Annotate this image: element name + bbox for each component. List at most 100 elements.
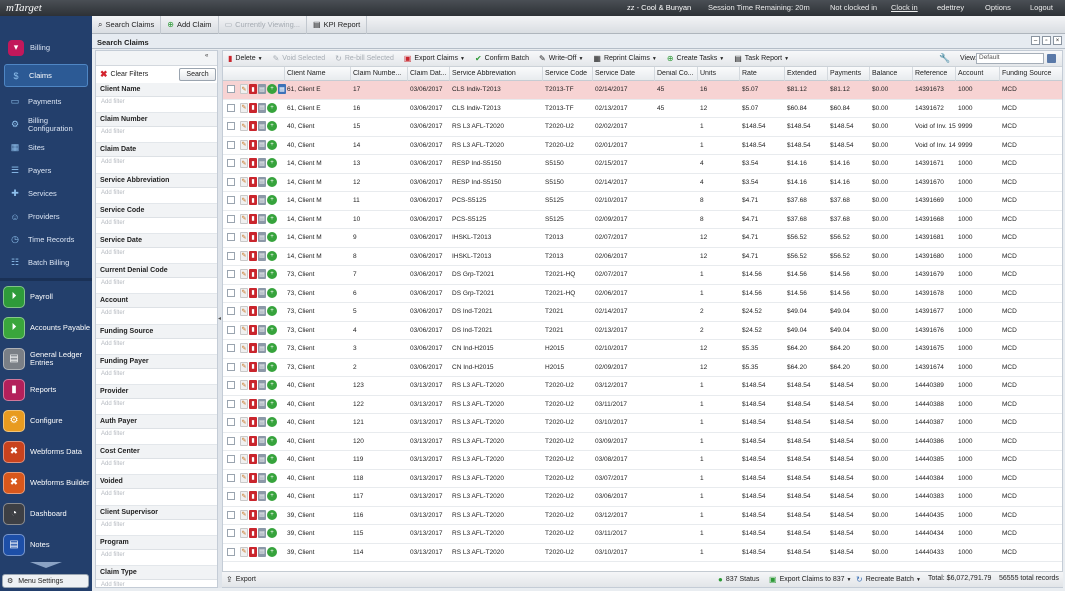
edit-icon[interactable]: ✎	[240, 306, 248, 316]
delete-icon[interactable]: ▮	[249, 435, 257, 446]
table-row[interactable]: ✎ ▮ ▤ +40, Client 118 03/13/2017 RS L3 AFL-T20…	[223, 470, 1062, 488]
add-icon[interactable]: +	[267, 454, 277, 464]
add-icon[interactable]: +	[267, 324, 277, 335]
row-checkbox[interactable]	[227, 510, 235, 519]
edit-icon[interactable]: ✎	[240, 121, 248, 131]
add-icon[interactable]: +	[267, 121, 277, 131]
filter-input[interactable]: Add filter	[99, 129, 214, 141]
add-icon[interactable]: +	[267, 417, 277, 427]
table-row[interactable]: ✎ ▮ ▤ +40, Client 123 03/13/2017 RS L3 AFL-T20…	[223, 377, 1062, 396]
document-icon[interactable]: ▤	[258, 491, 266, 501]
sidebar-item-time-records[interactable]: ◷ Time Records	[0, 228, 92, 251]
add-icon[interactable]: +	[267, 213, 277, 224]
delete-icon[interactable]: ▮	[249, 84, 257, 94]
delete-icon[interactable]: ▮	[249, 306, 257, 316]
edit-icon[interactable]: ✎	[240, 324, 248, 335]
edit-icon[interactable]: ✎	[240, 343, 248, 353]
table-row[interactable]: ✎ ▮ ▤ +40, Client 119 03/13/2017 RS L3 AFL-T20…	[223, 451, 1062, 470]
sidebar-item-payments[interactable]: ▭ Payments	[0, 90, 92, 113]
filter-input[interactable]: Add filter	[99, 99, 214, 111]
filter-input[interactable]: Add filter	[99, 371, 214, 383]
column-header[interactable]: Service Date	[595, 70, 653, 77]
document-icon[interactable]: ▤	[258, 269, 266, 279]
table-row[interactable]: ✎ ▮ ▤ +39, Client 116 03/13/2017 RS L3 AFL-T20…	[223, 507, 1062, 525]
table-row[interactable]: ✎ ▮ ▤ +73, Client 4 03/06/2017 DS Ind-T2021 T20…	[223, 322, 1062, 340]
column-separator[interactable]	[697, 67, 698, 81]
column-header[interactable]: Service Abbreviation	[452, 70, 542, 77]
delete-icon[interactable]: ▮	[249, 176, 257, 187]
rebill-selected-button[interactable]: ↻ Re-bill Selected	[330, 51, 399, 67]
add-icon[interactable]: +	[267, 509, 277, 520]
delete-icon[interactable]: ▮	[249, 121, 257, 131]
filter-input[interactable]: Add filter	[99, 190, 214, 202]
delete-icon[interactable]: ▮	[249, 398, 257, 409]
row-checkbox[interactable]	[227, 214, 235, 223]
filter-input[interactable]: Add filter	[99, 280, 214, 292]
column-header[interactable]: Client Name	[287, 70, 349, 77]
document-icon[interactable]: ▤	[258, 509, 266, 520]
delete-icon[interactable]: ▮	[249, 417, 257, 427]
module-reports[interactable]: ▮ Reports	[0, 374, 92, 405]
delete-icon[interactable]: ▮	[249, 195, 257, 205]
column-header[interactable]: Balance	[872, 70, 912, 77]
add-icon[interactable]: +	[267, 546, 277, 557]
options-link[interactable]: Options	[985, 3, 1011, 12]
restore-icon[interactable]: ▫	[1042, 36, 1051, 45]
filter-input[interactable]: Add filter	[99, 220, 214, 232]
delete-icon[interactable]: ▮	[249, 343, 257, 353]
edit-icon[interactable]: ✎	[240, 398, 248, 409]
column-separator[interactable]	[999, 67, 1000, 81]
row-checkbox[interactable]	[227, 473, 235, 482]
menu-settings-button[interactable]: ⚙ Menu Settings	[2, 574, 89, 588]
add-icon[interactable]: +	[267, 195, 277, 205]
filter-input[interactable]: Add filter	[99, 552, 214, 564]
table-row[interactable]: ✎ ▮ ▤ +40, Client 15 03/06/2017 RS L3 AFL-T202…	[223, 118, 1062, 137]
add-icon[interactable]: +	[267, 102, 277, 113]
document-icon[interactable]: ▤	[258, 528, 266, 538]
column-separator[interactable]	[827, 67, 828, 81]
edit-icon[interactable]: ✎	[240, 380, 248, 390]
delete-icon[interactable]: ▮	[249, 509, 257, 520]
table-row[interactable]: ✎ ▮ ▤ +40, Client 14 03/06/2017 RS L3 AFL-T202…	[223, 137, 1062, 155]
document-icon[interactable]: ▤	[258, 195, 266, 205]
column-separator[interactable]	[869, 67, 870, 81]
table-row[interactable]: ✎ ▮ ▤ +40, Client 122 03/13/2017 RS L3 AFL-T20…	[223, 396, 1062, 414]
row-checkbox[interactable]	[227, 159, 235, 167]
user-name[interactable]: edettrey	[937, 3, 964, 12]
column-separator[interactable]	[654, 67, 655, 81]
edit-icon[interactable]: ✎	[240, 250, 248, 261]
column-header[interactable]: Units	[700, 70, 740, 77]
table-row[interactable]: ✎ ▮ ▤ +14, Client M 8 03/06/2017 IHSKL-T2013 T2…	[223, 248, 1062, 266]
row-checkbox[interactable]	[227, 85, 235, 93]
document-icon[interactable]: ▤	[258, 287, 266, 298]
column-separator[interactable]	[912, 67, 913, 81]
column-header[interactable]: Reference	[915, 70, 957, 77]
document-icon[interactable]: ▤	[258, 158, 266, 168]
row-checkbox[interactable]	[227, 418, 235, 426]
module-dashboard[interactable]: ◔ Dashboard	[0, 498, 92, 529]
add-claim-button[interactable]: ⊕ Add Claim	[161, 15, 219, 34]
column-separator[interactable]	[449, 67, 450, 81]
edit-icon[interactable]: ✎	[240, 269, 248, 279]
add-icon[interactable]: +	[267, 398, 277, 409]
document-icon[interactable]: ▤	[258, 176, 266, 187]
delete-icon[interactable]: ▮	[249, 139, 257, 150]
status-837-button[interactable]: ● 837 Status	[718, 575, 759, 584]
filter-input[interactable]: Add filter	[99, 401, 214, 413]
table-row[interactable]: ✎ ▮ ▤ +40, Client 117 03/13/2017 RS L3 AFL-T20…	[223, 488, 1062, 507]
add-icon[interactable]: +	[267, 306, 277, 316]
document-icon[interactable]: ▤	[258, 213, 266, 224]
filter-input[interactable]: Add filter	[99, 310, 214, 322]
row-checkbox[interactable]	[227, 492, 235, 500]
column-separator[interactable]	[407, 67, 408, 81]
add-icon[interactable]: +	[267, 287, 277, 298]
column-header[interactable]: Account	[958, 70, 1000, 77]
edit-icon[interactable]: ✎	[240, 546, 248, 557]
delete-icon[interactable]: ▮	[249, 269, 257, 279]
table-row[interactable]: ✎ ▮ ▤ +14, Client M 12 03/06/2017 RESP Ind-S51…	[223, 174, 1062, 192]
edit-icon[interactable]: ✎	[240, 213, 248, 224]
row-checkbox[interactable]	[227, 455, 235, 463]
currently-viewing-button[interactable]: ▭ Currently Viewing...	[219, 15, 308, 34]
row-checkbox[interactable]	[227, 288, 235, 297]
module-configure[interactable]: ⚙ Configure	[0, 405, 92, 436]
